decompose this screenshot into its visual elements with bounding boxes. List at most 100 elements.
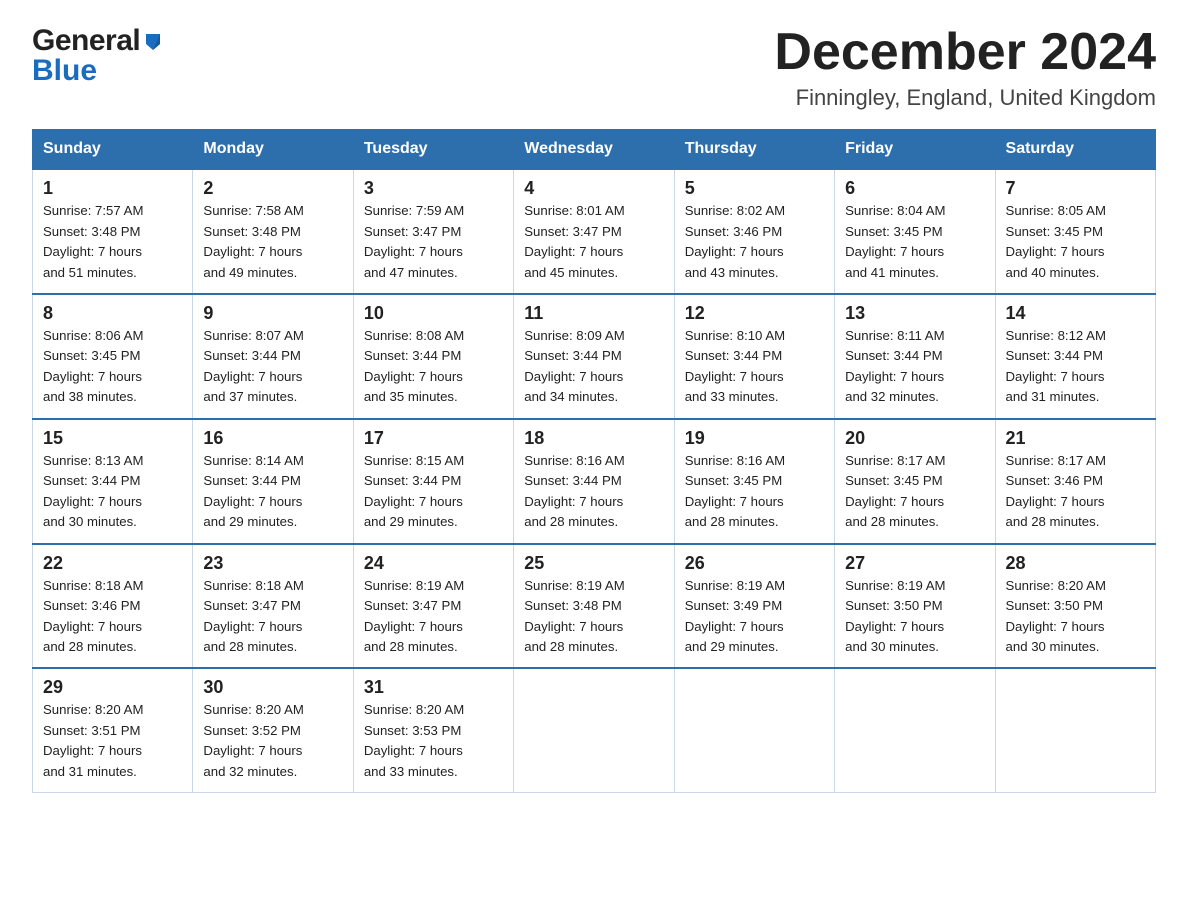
day-number: 28: [1006, 553, 1145, 574]
day-number: 3: [364, 178, 503, 199]
day-number: 27: [845, 553, 984, 574]
calendar-day-cell: 10 Sunrise: 8:08 AM Sunset: 3:44 PM Dayli…: [353, 294, 513, 419]
logo: General Blue: [32, 24, 164, 88]
day-info: Sunrise: 8:11 AM Sunset: 3:44 PM Dayligh…: [845, 328, 944, 404]
calendar-day-cell: 22 Sunrise: 8:18 AM Sunset: 3:46 PM Dayli…: [33, 544, 193, 669]
calendar-day-cell: 23 Sunrise: 8:18 AM Sunset: 3:47 PM Dayli…: [193, 544, 353, 669]
day-number: 9: [203, 303, 342, 324]
day-info: Sunrise: 8:06 AM Sunset: 3:45 PM Dayligh…: [43, 328, 143, 404]
day-info: Sunrise: 8:16 AM Sunset: 3:45 PM Dayligh…: [685, 453, 785, 529]
day-info: Sunrise: 8:18 AM Sunset: 3:47 PM Dayligh…: [203, 578, 303, 654]
day-of-week-tuesday: Tuesday: [353, 130, 513, 170]
calendar-week-row: 1Sunrise: 7:57 AM Sunset: 3:48 PM Daylig…: [33, 169, 1156, 294]
day-number: 16: [203, 428, 342, 449]
calendar-day-cell: 17Sunrise: 8:15 AM Sunset: 3:44 PM Dayli…: [353, 419, 513, 544]
day-number: 8: [43, 303, 182, 324]
day-number: 23: [203, 553, 342, 574]
day-number: 29: [43, 677, 182, 698]
day-info: Sunrise: 7:58 AM Sunset: 3:48 PM Dayligh…: [203, 203, 303, 279]
day-info: Sunrise: 8:09 AM Sunset: 3:44 PM Dayligh…: [524, 328, 624, 404]
day-number: 12: [685, 303, 824, 324]
day-info: Sunrise: 8:17 AM Sunset: 3:45 PM Dayligh…: [845, 453, 945, 529]
calendar-day-cell: 15 Sunrise: 8:13 AM Sunset: 3:44 PM Dayli…: [33, 419, 193, 544]
calendar-week-row: 29 Sunrise: 8:20 AM Sunset: 3:51 PM Dayli…: [33, 668, 1156, 792]
day-number: 30: [203, 677, 342, 698]
day-info: Sunrise: 8:08 AM Sunset: 3:44 PM Dayligh…: [364, 328, 464, 404]
day-number: 20: [845, 428, 984, 449]
day-info: Sunrise: 8:15 AM Sunset: 3:44 PM Dayligh…: [364, 453, 464, 529]
calendar-day-cell: 25 Sunrise: 8:19 AM Sunset: 3:48 PM Dayli…: [514, 544, 674, 669]
day-info: Sunrise: 8:20 AM Sunset: 3:53 PM Dayligh…: [364, 702, 464, 778]
day-info: Sunrise: 8:14 AM Sunset: 3:44 PM Dayligh…: [203, 453, 303, 529]
day-number: 31: [364, 677, 503, 698]
calendar-day-cell: 16 Sunrise: 8:14 AM Sunset: 3:44 PM Dayli…: [193, 419, 353, 544]
day-number: 5: [685, 178, 824, 199]
day-number: 26: [685, 553, 824, 574]
day-info: Sunrise: 8:19 AM Sunset: 3:49 PM Dayligh…: [685, 578, 785, 654]
day-number: 21: [1006, 428, 1145, 449]
day-info: Sunrise: 8:20 AM Sunset: 3:52 PM Dayligh…: [203, 702, 303, 778]
calendar-day-cell: 18Sunrise: 8:16 AM Sunset: 3:44 PM Dayli…: [514, 419, 674, 544]
day-number: 1: [43, 178, 182, 199]
day-info: Sunrise: 8:16 AM Sunset: 3:44 PM Dayligh…: [524, 453, 624, 529]
day-info: Sunrise: 8:01 AM Sunset: 3:47 PM Dayligh…: [524, 203, 624, 279]
day-number: 14: [1006, 303, 1145, 324]
calendar-day-cell: 5Sunrise: 8:02 AM Sunset: 3:46 PM Daylig…: [674, 169, 834, 294]
empty-cell: [514, 668, 674, 792]
logo-general-text: General: [32, 24, 140, 58]
calendar-day-cell: 2 Sunrise: 7:58 AM Sunset: 3:48 PM Daylig…: [193, 169, 353, 294]
day-of-week-thursday: Thursday: [674, 130, 834, 170]
calendar-day-cell: 24 Sunrise: 8:19 AM Sunset: 3:47 PM Dayli…: [353, 544, 513, 669]
calendar-day-cell: 7 Sunrise: 8:05 AM Sunset: 3:45 PM Daylig…: [995, 169, 1155, 294]
day-of-week-sunday: Sunday: [33, 130, 193, 170]
day-number: 7: [1006, 178, 1145, 199]
day-of-week-monday: Monday: [193, 130, 353, 170]
calendar-day-cell: 31 Sunrise: 8:20 AM Sunset: 3:53 PM Dayli…: [353, 668, 513, 792]
subtitle: Finningley, England, United Kingdom: [774, 85, 1156, 111]
calendar-header-row: SundayMondayTuesdayWednesdayThursdayFrid…: [33, 130, 1156, 170]
calendar-day-cell: 1Sunrise: 7:57 AM Sunset: 3:48 PM Daylig…: [33, 169, 193, 294]
day-info: Sunrise: 8:20 AM Sunset: 3:51 PM Dayligh…: [43, 702, 143, 778]
day-number: 11: [524, 303, 663, 324]
logo-blue-text: Blue: [32, 54, 97, 88]
day-info: Sunrise: 8:17 AM Sunset: 3:46 PM Dayligh…: [1006, 453, 1106, 529]
day-number: 19: [685, 428, 824, 449]
day-info: Sunrise: 8:19 AM Sunset: 3:50 PM Dayligh…: [845, 578, 945, 654]
main-title: December 2024: [774, 24, 1156, 81]
calendar-day-cell: 11 Sunrise: 8:09 AM Sunset: 3:44 PM Dayli…: [514, 294, 674, 419]
day-of-week-friday: Friday: [835, 130, 995, 170]
calendar-day-cell: 28 Sunrise: 8:20 AM Sunset: 3:50 PM Dayli…: [995, 544, 1155, 669]
calendar-week-row: 22 Sunrise: 8:18 AM Sunset: 3:46 PM Dayli…: [33, 544, 1156, 669]
day-info: Sunrise: 8:10 AM Sunset: 3:44 PM Dayligh…: [685, 328, 785, 404]
day-info: Sunrise: 8:19 AM Sunset: 3:47 PM Dayligh…: [364, 578, 464, 654]
day-number: 6: [845, 178, 984, 199]
calendar-day-cell: 13Sunrise: 8:11 AM Sunset: 3:44 PM Dayli…: [835, 294, 995, 419]
day-info: Sunrise: 8:19 AM Sunset: 3:48 PM Dayligh…: [524, 578, 624, 654]
day-number: 22: [43, 553, 182, 574]
day-number: 2: [203, 178, 342, 199]
day-number: 25: [524, 553, 663, 574]
day-info: Sunrise: 8:07 AM Sunset: 3:44 PM Dayligh…: [203, 328, 303, 404]
day-info: Sunrise: 8:05 AM Sunset: 3:45 PM Dayligh…: [1006, 203, 1106, 279]
calendar-day-cell: 19 Sunrise: 8:16 AM Sunset: 3:45 PM Dayli…: [674, 419, 834, 544]
calendar-week-row: 15 Sunrise: 8:13 AM Sunset: 3:44 PM Dayli…: [33, 419, 1156, 544]
empty-cell: [674, 668, 834, 792]
calendar-day-cell: 3 Sunrise: 7:59 AM Sunset: 3:47 PM Daylig…: [353, 169, 513, 294]
calendar-week-row: 8 Sunrise: 8:06 AM Sunset: 3:45 PM Daylig…: [33, 294, 1156, 419]
calendar-day-cell: 8 Sunrise: 8:06 AM Sunset: 3:45 PM Daylig…: [33, 294, 193, 419]
day-number: 10: [364, 303, 503, 324]
day-number: 4: [524, 178, 663, 199]
day-info: Sunrise: 7:59 AM Sunset: 3:47 PM Dayligh…: [364, 203, 464, 279]
calendar-table: SundayMondayTuesdayWednesdayThursdayFrid…: [32, 129, 1156, 793]
day-of-week-wednesday: Wednesday: [514, 130, 674, 170]
calendar-day-cell: 12 Sunrise: 8:10 AM Sunset: 3:44 PM Dayli…: [674, 294, 834, 419]
day-number: 24: [364, 553, 503, 574]
day-number: 15: [43, 428, 182, 449]
title-block: December 2024 Finningley, England, Unite…: [774, 24, 1156, 111]
day-info: Sunrise: 8:12 AM Sunset: 3:44 PM Dayligh…: [1006, 328, 1106, 404]
day-info: Sunrise: 8:18 AM Sunset: 3:46 PM Dayligh…: [43, 578, 143, 654]
page: General Blue December 2024 Finningley, E…: [0, 0, 1188, 817]
calendar-day-cell: 20 Sunrise: 8:17 AM Sunset: 3:45 PM Dayli…: [835, 419, 995, 544]
day-info: Sunrise: 8:20 AM Sunset: 3:50 PM Dayligh…: [1006, 578, 1106, 654]
day-info: Sunrise: 8:13 AM Sunset: 3:44 PM Dayligh…: [43, 453, 143, 529]
